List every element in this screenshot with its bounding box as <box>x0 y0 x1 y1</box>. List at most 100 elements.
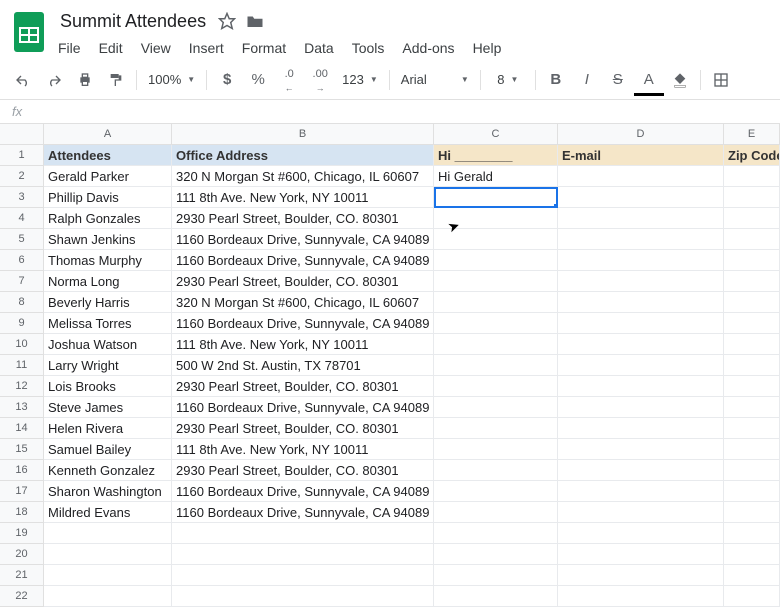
paint-format-button[interactable] <box>101 66 131 94</box>
cell[interactable] <box>434 397 558 418</box>
cell[interactable] <box>558 397 724 418</box>
cell[interactable] <box>558 166 724 187</box>
column-header-d[interactable]: D <box>558 124 724 145</box>
menu-format[interactable]: Format <box>242 40 286 56</box>
sheets-logo-icon[interactable] <box>12 8 48 56</box>
menu-help[interactable]: Help <box>473 40 502 56</box>
cell[interactable]: 111 8th Ave. New York, NY 10011 <box>172 334 434 355</box>
column-header-e[interactable]: E <box>724 124 780 145</box>
cell[interactable]: 111 8th Ave. New York, NY 10011 <box>172 187 434 208</box>
cell[interactable] <box>724 250 780 271</box>
cell[interactable]: Ralph Gonzales <box>44 208 172 229</box>
cell[interactable] <box>724 565 780 586</box>
cell[interactable] <box>44 544 172 565</box>
row-header[interactable]: 11 <box>0 355 44 376</box>
cell[interactable] <box>724 502 780 523</box>
cell[interactable] <box>558 523 724 544</box>
cell[interactable] <box>724 229 780 250</box>
menu-edit[interactable]: Edit <box>99 40 123 56</box>
cell[interactable]: Sharon Washington <box>44 481 172 502</box>
cell[interactable]: 2930 Pearl Street, Boulder, CO. 80301 <box>172 271 434 292</box>
cell[interactable]: Larry Wright <box>44 355 172 376</box>
cell[interactable] <box>558 418 724 439</box>
cell[interactable] <box>724 439 780 460</box>
cell[interactable]: Samuel Bailey <box>44 439 172 460</box>
cell[interactable] <box>434 208 558 229</box>
cell[interactable] <box>724 397 780 418</box>
number-format-dropdown[interactable]: 123▼ <box>336 68 384 92</box>
cell[interactable]: Melissa Torres <box>44 313 172 334</box>
cell[interactable]: Kenneth Gonzalez <box>44 460 172 481</box>
increase-decimal-button[interactable]: .00→ <box>305 66 335 94</box>
cell[interactable] <box>434 271 558 292</box>
cell[interactable]: E-mail <box>558 145 724 166</box>
cell[interactable]: Mildred Evans <box>44 502 172 523</box>
cell[interactable]: 320 N Morgan St #600, Chicago, IL 60607 <box>172 166 434 187</box>
row-header[interactable]: 5 <box>0 229 44 250</box>
font-family-dropdown[interactable]: Arial▼ <box>395 68 475 92</box>
cell[interactable] <box>558 439 724 460</box>
cell[interactable] <box>434 418 558 439</box>
cell[interactable] <box>558 565 724 586</box>
cell[interactable] <box>724 355 780 376</box>
row-header[interactable]: 19 <box>0 523 44 544</box>
row-header[interactable]: 10 <box>0 334 44 355</box>
formula-bar[interactable]: fx <box>0 100 780 124</box>
row-header[interactable]: 14 <box>0 418 44 439</box>
select-all-corner[interactable] <box>0 124 44 145</box>
cell[interactable]: 2930 Pearl Street, Boulder, CO. 80301 <box>172 418 434 439</box>
cell[interactable] <box>434 439 558 460</box>
cell[interactable]: Thomas Murphy <box>44 250 172 271</box>
text-color-button[interactable]: A <box>634 66 664 94</box>
row-header[interactable]: 6 <box>0 250 44 271</box>
cell[interactable] <box>724 418 780 439</box>
cell[interactable]: 1160 Bordeaux Drive, Sunnyvale, CA 94089 <box>172 481 434 502</box>
cell[interactable] <box>44 565 172 586</box>
menu-insert[interactable]: Insert <box>189 40 224 56</box>
format-percent-button[interactable]: % <box>243 66 273 94</box>
cell[interactable]: 2930 Pearl Street, Boulder, CO. 80301 <box>172 460 434 481</box>
column-header-a[interactable]: A <box>44 124 172 145</box>
print-button[interactable] <box>70 66 100 94</box>
fill-color-button[interactable] <box>665 66 695 94</box>
cell[interactable] <box>434 334 558 355</box>
redo-button[interactable] <box>39 66 69 94</box>
star-icon[interactable] <box>218 12 236 30</box>
folder-icon[interactable] <box>246 12 264 30</box>
cell[interactable] <box>172 565 434 586</box>
strikethrough-button[interactable]: S <box>603 66 633 94</box>
cell[interactable] <box>434 313 558 334</box>
row-header[interactable]: 16 <box>0 460 44 481</box>
cell[interactable] <box>434 523 558 544</box>
format-currency-button[interactable]: $ <box>212 66 242 94</box>
cell[interactable] <box>724 523 780 544</box>
row-header[interactable]: 8 <box>0 292 44 313</box>
cell[interactable] <box>558 271 724 292</box>
cell[interactable]: Attendees <box>44 145 172 166</box>
cell[interactable]: 1160 Bordeaux Drive, Sunnyvale, CA 94089 <box>172 229 434 250</box>
cell[interactable]: Lois Brooks <box>44 376 172 397</box>
menu-addons[interactable]: Add-ons <box>402 40 454 56</box>
cell[interactable]: 2930 Pearl Street, Boulder, CO. 80301 <box>172 376 434 397</box>
cell[interactable] <box>724 544 780 565</box>
cell[interactable] <box>434 355 558 376</box>
borders-button[interactable] <box>706 66 736 94</box>
cell[interactable]: 500 W 2nd St. Austin, TX 78701 <box>172 355 434 376</box>
cell[interactable] <box>724 460 780 481</box>
menu-tools[interactable]: Tools <box>352 40 385 56</box>
document-title[interactable]: Summit Attendees <box>58 11 208 32</box>
cell[interactable]: Phillip Davis <box>44 187 172 208</box>
row-header[interactable]: 1 <box>0 145 44 166</box>
cell[interactable] <box>434 460 558 481</box>
cell[interactable]: 111 8th Ave. New York, NY 10011 <box>172 439 434 460</box>
cell[interactable] <box>724 334 780 355</box>
cell[interactable] <box>558 502 724 523</box>
cell[interactable] <box>44 523 172 544</box>
cell[interactable] <box>434 544 558 565</box>
cell[interactable] <box>724 187 780 208</box>
cell[interactable]: Office Address <box>172 145 434 166</box>
column-header-b[interactable]: B <box>172 124 434 145</box>
menu-view[interactable]: View <box>141 40 171 56</box>
cell[interactable]: 1160 Bordeaux Drive, Sunnyvale, CA 94089 <box>172 502 434 523</box>
cell[interactable] <box>558 313 724 334</box>
